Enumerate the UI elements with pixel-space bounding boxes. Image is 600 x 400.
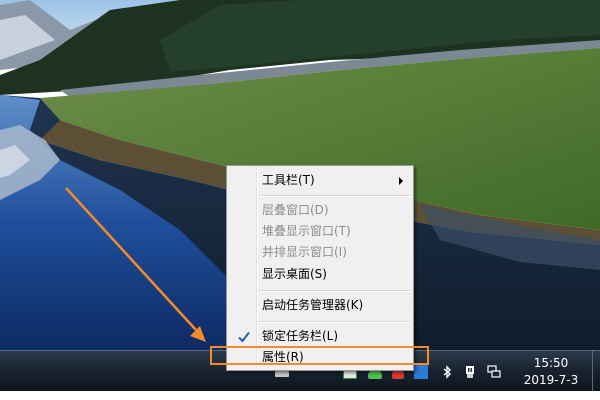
image-bottom-margin [0, 391, 600, 400]
annotation-arrow [65, 187, 206, 342]
